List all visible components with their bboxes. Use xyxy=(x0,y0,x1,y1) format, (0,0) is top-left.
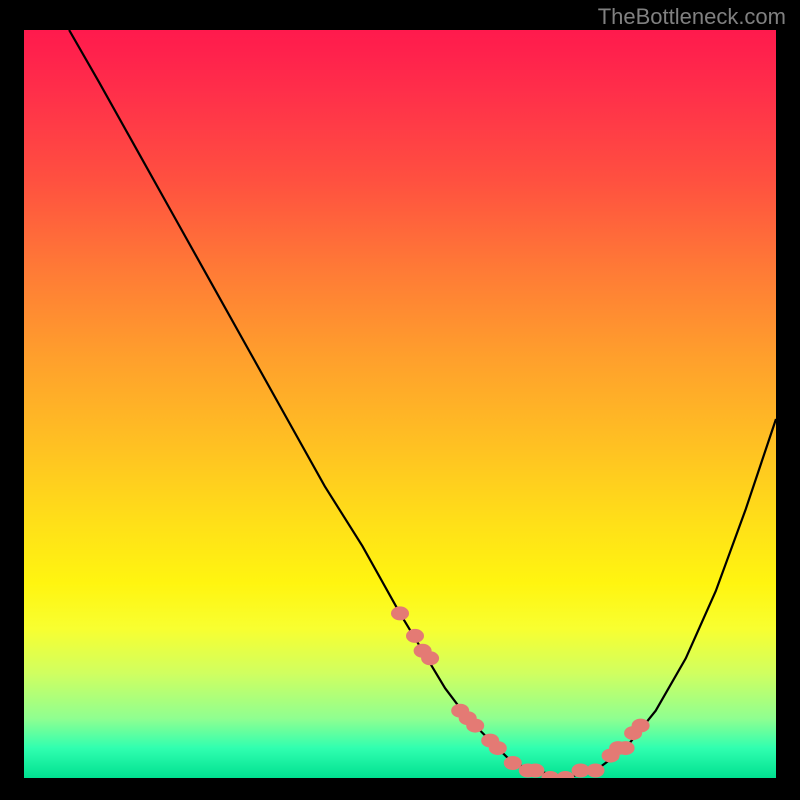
highlight-marker xyxy=(556,771,574,778)
highlight-marker xyxy=(504,756,522,770)
highlight-marker xyxy=(406,629,424,643)
highlight-marker xyxy=(391,606,409,620)
bottleneck-curve-line xyxy=(69,30,776,778)
highlight-marker xyxy=(466,719,484,733)
highlight-marker xyxy=(617,741,635,755)
highlight-marker xyxy=(526,764,544,778)
highlight-marker xyxy=(489,741,507,755)
plot-area xyxy=(24,30,776,778)
chart-container: TheBottleneck.com xyxy=(0,0,800,800)
highlight-marker xyxy=(421,651,439,665)
chart-svg xyxy=(24,30,776,778)
highlight-marker xyxy=(632,719,650,733)
highlight-markers xyxy=(391,606,650,778)
highlight-marker xyxy=(587,764,605,778)
watermark-text: TheBottleneck.com xyxy=(598,4,786,30)
